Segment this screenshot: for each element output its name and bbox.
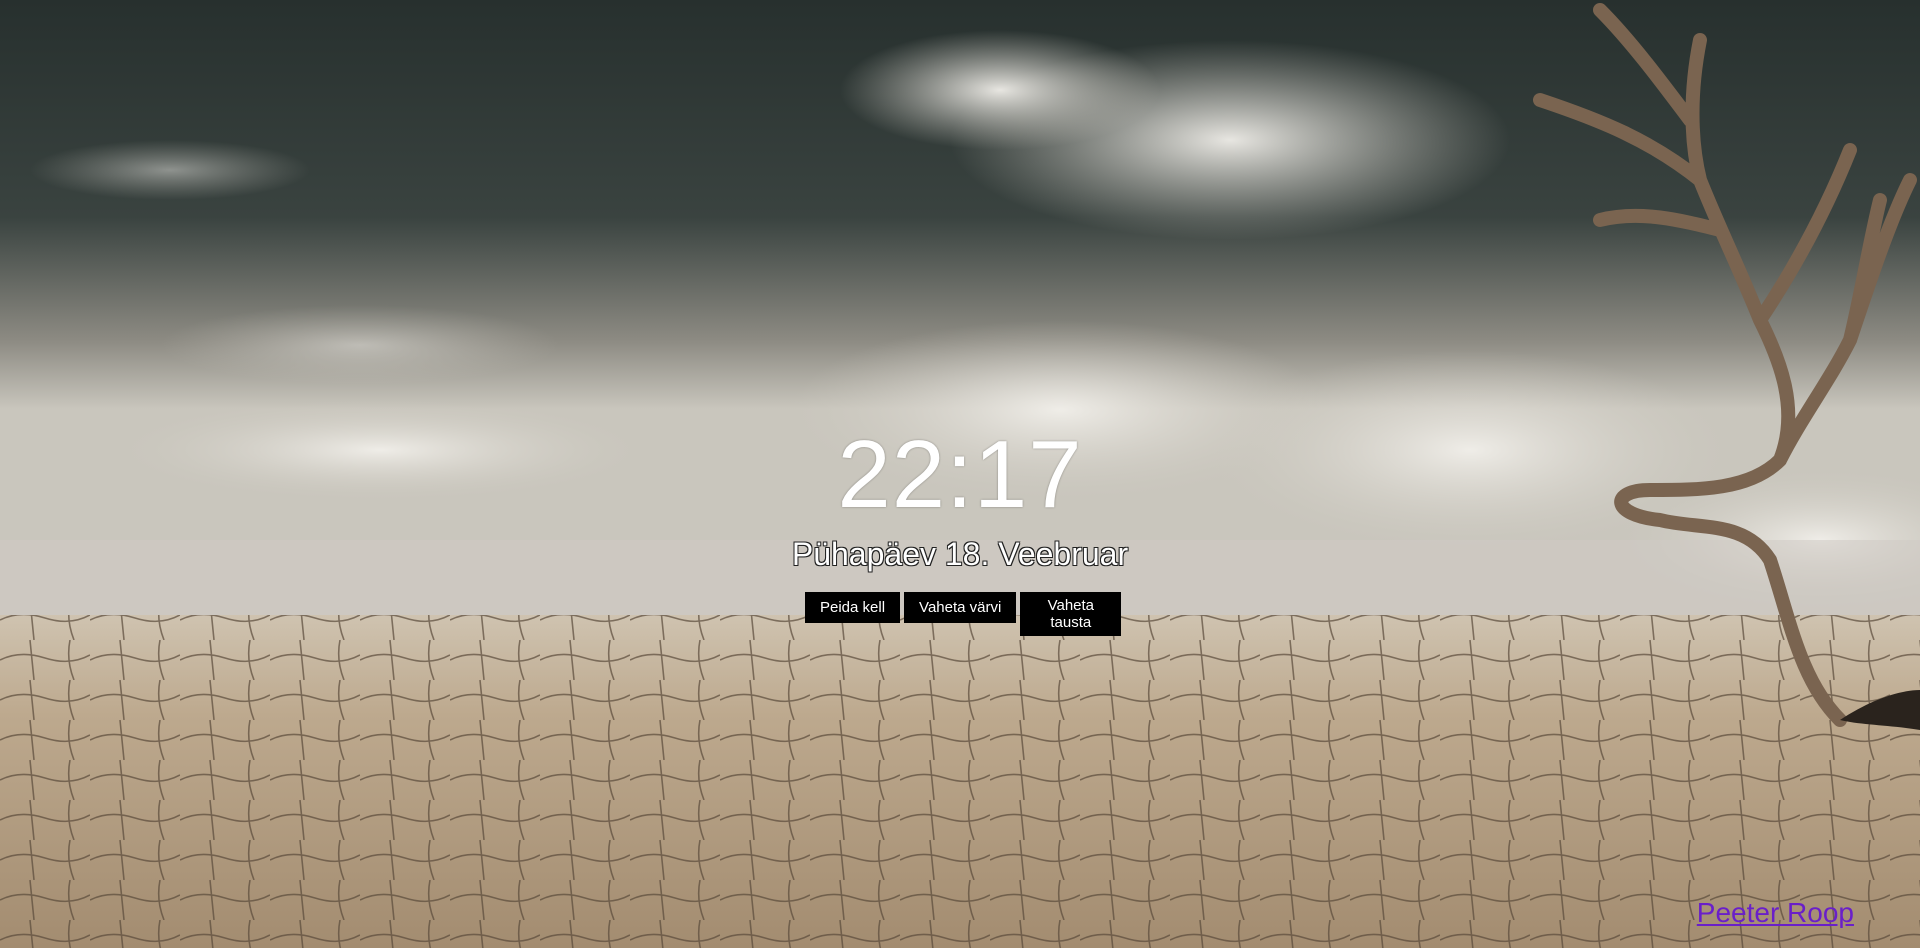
clock-controls: Peida kell Vaheta värvi Vaheta tausta	[805, 592, 1122, 636]
clock-time: 22:17	[837, 421, 1083, 528]
hide-clock-button[interactable]: Peida kell	[805, 592, 901, 623]
change-color-button[interactable]: Vaheta värvi	[904, 592, 1017, 623]
change-background-button[interactable]: Vaheta tausta	[1020, 592, 1122, 636]
clock-date: Pühapäev 18. Veebruar	[791, 536, 1129, 572]
author-link[interactable]: Peeter Roop	[1697, 897, 1854, 929]
clock: 22:17 Pühapäev 18. Veebruar	[0, 420, 1920, 574]
